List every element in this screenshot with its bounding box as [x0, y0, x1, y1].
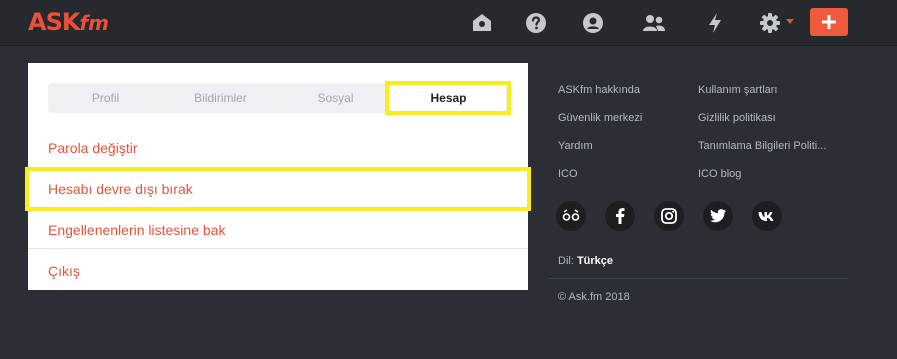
language-label: Dil: — [558, 255, 574, 267]
friends-icon[interactable] — [641, 10, 667, 36]
tab-profil[interactable]: Profil — [48, 83, 163, 113]
askfm-social-button[interactable] — [556, 201, 586, 231]
settings-card: Profil Bildirimler Sosyal Hesap Parola d… — [25, 63, 531, 290]
language-selector[interactable]: Dil: Türkçe — [558, 254, 613, 268]
footer-link-safety[interactable]: Güvenlik merkezi — [558, 111, 642, 125]
twitter-icon — [710, 209, 726, 223]
settings-dropdown-caret[interactable] — [786, 19, 794, 24]
footer-link-ico[interactable]: ICO — [558, 167, 578, 181]
footer-link-about[interactable]: ASKfm hakkında — [558, 83, 640, 97]
vk-icon — [758, 211, 774, 221]
logout-link[interactable]: Çıkış — [48, 262, 80, 280]
gear-icon[interactable] — [757, 10, 783, 36]
blocked-list-link[interactable]: Engellenenlerin listesine bak — [48, 221, 225, 239]
question-icon[interactable] — [523, 10, 549, 36]
footer-link-help[interactable]: Yardım — [558, 139, 593, 153]
change-password-link[interactable]: Parola değiştir — [48, 139, 138, 157]
footer-divider — [548, 278, 848, 279]
profile-icon[interactable] — [580, 10, 606, 36]
facebook-icon — [616, 208, 625, 224]
twitter-social-button[interactable] — [703, 201, 733, 231]
row-highlight-box — [25, 167, 531, 211]
footer-link-ico-blog[interactable]: ICO blog — [698, 167, 741, 181]
instagram-social-button[interactable] — [654, 201, 684, 231]
footer-link-terms[interactable]: Kullanım şartları — [698, 83, 777, 97]
vk-social-button[interactable] — [752, 201, 782, 231]
askfm-icon — [562, 209, 580, 221]
plus-button[interactable] — [810, 8, 848, 36]
plus-icon — [822, 15, 836, 29]
facebook-social-button[interactable] — [605, 201, 635, 231]
copyright-text: © Ask.fm 2018 — [558, 291, 630, 303]
tab-bildirimler[interactable]: Bildirimler — [163, 83, 278, 113]
menu-divider — [28, 248, 528, 249]
instagram-icon — [661, 208, 677, 224]
footer-link-cookies[interactable]: Tanımlama Bilgileri Politi... — [698, 139, 826, 153]
language-value[interactable]: Türkçe — [577, 255, 613, 267]
tab-sosyal[interactable]: Sosyal — [278, 83, 393, 113]
lightning-icon[interactable] — [702, 10, 728, 36]
home-icon[interactable] — [469, 10, 495, 36]
askfm-logo[interactable]: ASKfm — [28, 9, 109, 36]
top-navbar: ASKfm — [0, 0, 897, 46]
tab-highlight-box — [385, 81, 511, 115]
footer-link-privacy[interactable]: Gizlilik politikası — [698, 111, 776, 125]
